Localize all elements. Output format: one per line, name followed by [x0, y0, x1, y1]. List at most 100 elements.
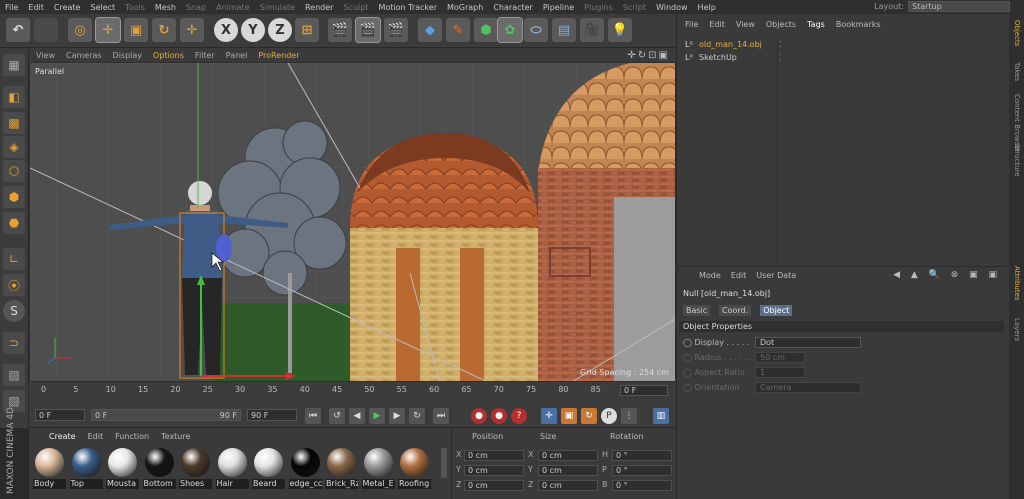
layout-dropdown[interactable]: Startup — [908, 1, 1010, 12]
key-rotation-icon[interactable]: ↻ — [581, 408, 597, 424]
end-frame-field[interactable]: 90 F — [247, 409, 297, 421]
snap-icon[interactable]: S — [3, 300, 25, 322]
next-frame-icon[interactable]: ▶ — [389, 408, 405, 424]
object-menu-file[interactable]: File — [685, 20, 698, 29]
menu-create[interactable]: Create — [49, 3, 86, 12]
side-tab-attributes[interactable]: Attributes — [1013, 266, 1021, 301]
scale-tool-icon[interactable]: ▣ — [124, 18, 148, 42]
menu-render[interactable]: Render — [300, 3, 338, 12]
viewport-menu-options[interactable]: Options — [148, 51, 189, 60]
attribute-menu-user-data[interactable]: User Data — [756, 271, 796, 280]
material-swatch[interactable]: Shoes — [179, 448, 212, 493]
layout-selector[interactable]: Layout: Startup — [874, 1, 1010, 12]
go-to-start-icon[interactable]: ⏮ — [305, 408, 321, 424]
viewport-menu-display[interactable]: Display — [108, 51, 148, 60]
attribute-tab-coord[interactable]: Coord. — [719, 305, 752, 316]
tweak-mode-icon[interactable]: ⦿ — [3, 274, 25, 296]
menu-select[interactable]: Select — [85, 3, 120, 12]
side-tab-takes[interactable]: Takes — [1013, 62, 1021, 81]
attribute-nav-icons[interactable]: ◀ ▲ 🔍 ⊗ ▣ ▣ — [893, 270, 1001, 280]
make-editable-icon[interactable]: ▦ — [3, 54, 25, 76]
recent-tool-icon[interactable]: ✛ — [180, 18, 204, 42]
rotation-b-field[interactable]: 0 ° — [612, 480, 672, 491]
object-menu-objects[interactable]: Objects — [766, 20, 796, 29]
size-x-field[interactable]: 0 cm — [538, 450, 598, 461]
material-menu-edit[interactable]: Edit — [88, 432, 104, 441]
record-keys-icon[interactable]: ● — [471, 408, 487, 424]
workplane-grid-icon[interactable]: ▧ — [3, 364, 25, 386]
material-swatch[interactable]: Mousta — [106, 448, 139, 493]
frame-range-slider[interactable]: 0 F 90 F — [91, 409, 241, 421]
undo-button[interactable]: ↶ — [6, 18, 30, 42]
autokeying-icon[interactable]: ● — [491, 408, 507, 424]
light-icon[interactable]: 💡 — [608, 18, 632, 42]
timeline-ruler[interactable]: 051015202530354045505560657075808590 — [41, 385, 633, 395]
redo-button[interactable] — [34, 18, 58, 42]
rotate-tool-icon[interactable]: ↻ — [152, 18, 176, 42]
subdivision-icon[interactable]: ⬢ — [474, 18, 498, 42]
magnet-icon[interactable]: ⊃ — [3, 332, 25, 354]
material-swatch[interactable]: Top — [69, 448, 103, 493]
menu-sculpt[interactable]: Sculpt — [338, 3, 373, 12]
material-swatch[interactable]: Beard — [252, 448, 285, 493]
property-display[interactable]: ◯ Display . . . . . Dot — [683, 337, 861, 348]
material-swatch[interactable]: edge_cc — [288, 448, 322, 493]
attribute-menu-edit[interactable]: Edit — [731, 271, 747, 280]
key-parameter-icon[interactable]: P — [601, 408, 617, 424]
key-pla-icon[interactable]: ⋮ — [621, 408, 637, 424]
array-icon[interactable]: ✿ — [497, 17, 523, 43]
go-to-end-icon[interactable]: ⏭ — [433, 408, 449, 424]
attribute-tab-object[interactable]: Object — [760, 305, 793, 316]
material-menu-function[interactable]: Function — [115, 432, 149, 441]
y-axis-lock[interactable]: Y — [241, 18, 265, 42]
menu-script[interactable]: Script — [618, 3, 651, 12]
position-y-field[interactable]: 0 cm — [464, 465, 524, 476]
menu-pipeline[interactable]: Pipeline — [538, 3, 579, 12]
viewport[interactable]: Parallel Grid Spacing : 254 cm — [29, 62, 676, 382]
material-scrollbar[interactable] — [441, 448, 447, 478]
material-swatch[interactable]: Metal_E — [361, 448, 395, 493]
edges-mode-icon[interactable]: ⬢ — [3, 186, 25, 208]
menu-snap[interactable]: Snap — [181, 3, 211, 12]
material-swatch[interactable]: Roofing — [398, 448, 431, 493]
position-x-field[interactable]: 0 cm — [464, 450, 524, 461]
menu-tools[interactable]: Tools — [120, 3, 150, 12]
side-tab-objects[interactable]: Objects — [1013, 20, 1021, 46]
model-mode-icon[interactable]: ◧ — [3, 86, 25, 108]
side-tab-layers[interactable]: Layers — [1013, 318, 1021, 341]
menu-simulate[interactable]: Simulate — [255, 3, 300, 12]
workplane-icon[interactable]: ◈ — [3, 136, 25, 158]
texture-mode-icon[interactable]: ▩ — [3, 112, 25, 134]
render-view-icon[interactable]: 🎬 — [328, 18, 352, 42]
viewport-menu-cameras[interactable]: Cameras — [61, 51, 107, 60]
previous-frame-icon[interactable]: ◀ — [349, 408, 365, 424]
object-row[interactable]: L⁰ SketchUp ⁚ — [683, 53, 782, 62]
menu-animate[interactable]: Animate — [211, 3, 255, 12]
cube-icon[interactable]: ◆ — [418, 18, 442, 42]
menu-window[interactable]: Window — [651, 3, 693, 12]
material-swatch[interactable]: Brick_Rz — [325, 448, 358, 493]
keyframe-selection-icon[interactable]: ? — [511, 408, 527, 424]
current-frame-field[interactable]: 0 F — [35, 409, 85, 421]
size-z-field[interactable]: 0 cm — [538, 480, 598, 491]
object-row[interactable]: L⁰ old_man_14.obj ⁚ — [683, 40, 782, 49]
menu-mesh[interactable]: Mesh — [150, 3, 181, 12]
viewport-menu-panel[interactable]: Panel — [221, 51, 253, 60]
visibility-dots-icon[interactable]: ⁚ — [779, 53, 782, 62]
rotation-h-field[interactable]: 0 ° — [612, 450, 672, 461]
material-swatch[interactable]: Bottom — [142, 448, 176, 493]
object-menu-view[interactable]: View — [736, 20, 755, 29]
next-keyframe-icon[interactable]: ↻ — [409, 408, 425, 424]
render-picture-viewer-icon[interactable]: 🎬 — [355, 17, 381, 43]
attribute-menu-mode[interactable]: Mode — [699, 271, 721, 280]
object-menu-edit[interactable]: Edit — [709, 20, 725, 29]
polygons-mode-icon[interactable]: ⬣ — [3, 212, 25, 234]
axis-mode-icon[interactable]: ∟ — [3, 248, 25, 270]
key-position-icon[interactable]: ✛ — [541, 408, 557, 424]
size-y-field[interactable]: 0 cm — [538, 465, 598, 476]
object-menu-bookmarks[interactable]: Bookmarks — [836, 20, 881, 29]
rotation-p-field[interactable]: 0 ° — [612, 465, 672, 476]
property-value[interactable]: Dot — [755, 337, 861, 348]
timeline-icon[interactable]: ▥ — [653, 408, 669, 424]
menu-motion-tracker[interactable]: Motion Tracker — [373, 3, 442, 12]
